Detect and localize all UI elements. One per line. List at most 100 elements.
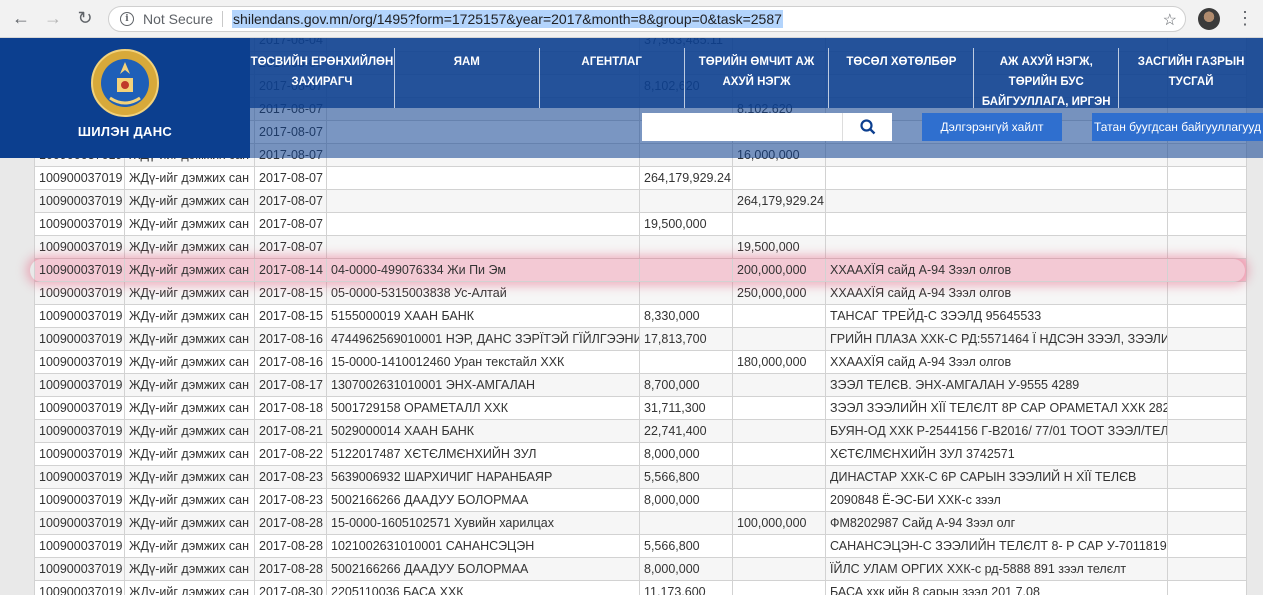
credit-cell xyxy=(732,373,826,397)
description-cell: ХХААХЇЯ сайд А-94 Зээл олгов xyxy=(825,258,1168,282)
org-name-cell: ЖДү-ийг дэмжих сан xyxy=(124,511,255,535)
org-name-cell: ЖДү-ийг дэмжих сан xyxy=(124,350,255,374)
table-row: 100900037019 ЖДү-ийг дэмжих сан 2017-08-23… xyxy=(34,465,1247,489)
extra-cell xyxy=(1167,442,1247,466)
table-row: 100900037019ЖДү-ийг дэмжих сан2017-08-07… xyxy=(34,235,1247,259)
account-cell: 100900037019 xyxy=(34,396,125,420)
debit-cell: 8,000,000 xyxy=(639,488,733,512)
debit-cell: 264,179,929.24 xyxy=(639,166,733,190)
credit-cell xyxy=(732,442,826,466)
state-emblem-icon xyxy=(91,49,159,117)
advanced-search-button[interactable]: Дэлгэрэнгүй хайлт xyxy=(922,113,1062,141)
org-name-cell: ЖДү-ийг дэмжих сан xyxy=(124,557,255,581)
table-row: 100900037019 ЖДү-ийг дэмжих сан 2017-08-15… xyxy=(34,304,1247,328)
description-cell xyxy=(825,166,1168,190)
table-row: 100900037019ЖДү-ийг дэмжих сан2017-08-07… xyxy=(34,166,1247,190)
table-row: 100900037019ЖДү-ийг дэмжих сан2017-08-07… xyxy=(34,212,1247,236)
date-cell: 2017-08-07 xyxy=(254,189,327,213)
nav-budget-governors[interactable]: ТӨСВИЙН ЕРӨНХИЙЛӨН ЗАХИРАГЧ xyxy=(250,48,395,108)
table-row: 100900037019ЖДү-ийг дэмжих сан2017-08-07… xyxy=(34,189,1247,213)
extra-cell xyxy=(1167,534,1247,558)
debit-cell xyxy=(639,235,733,259)
debit-cell xyxy=(639,281,733,305)
extra-cell xyxy=(1167,557,1247,581)
credit-cell: 19,500,000 xyxy=(732,235,826,259)
description-cell: ТАНСАГ ТРЕЙД-С ЗЭЭЛД 95645533 xyxy=(825,304,1168,328)
nav-agencies[interactable]: АГЕНТЛАГ xyxy=(540,48,685,108)
dissolved-orgs-button[interactable]: Татан буугдсан байгууллагууд xyxy=(1092,113,1263,141)
nav-businesses-ngos-citizens[interactable]: АЖ АХУЙ НЭГЖ, ТӨРИЙН БУС БАЙГУУЛЛАГА, ИР… xyxy=(974,48,1120,108)
org-name-cell: ЖДү-ийг дэмжих сан xyxy=(124,396,255,420)
bookmark-star-icon[interactable]: ☆ xyxy=(1163,10,1177,30)
extra-cell xyxy=(1167,373,1247,397)
org-name-cell: ЖДү-ийг дэмжих сан xyxy=(124,281,255,305)
org-name-cell: ЖДү-ийг дэмжих сан xyxy=(124,258,255,282)
extra-cell xyxy=(1167,304,1247,328)
main-nav: ТӨСВИЙН ЕРӨНХИЙЛӨН ЗАХИРАГЧ ЯАМ АГЕНТЛАГ… xyxy=(250,38,1263,108)
extra-cell xyxy=(1167,281,1247,305)
search-button[interactable] xyxy=(842,113,892,141)
table-row: 100900037019 ЖДү-ийг дэмжих сан 2017-08-28… xyxy=(34,534,1247,558)
search-icon xyxy=(859,119,875,135)
nav-state-owned-enterprises[interactable]: ТӨРИЙН ӨМЧИТ АЖ АХУЙ НЭГЖ xyxy=(685,48,830,108)
reload-icon[interactable]: ↻ xyxy=(74,8,96,30)
debit-cell: 8,000,000 xyxy=(639,442,733,466)
profile-avatar[interactable] xyxy=(1198,8,1220,30)
date-cell: 2017-08-16 xyxy=(254,350,327,374)
nav-projects-programs[interactable]: ТӨСӨЛ ХӨТӨЛБӨР xyxy=(829,48,975,108)
debit-cell: 8,330,000 xyxy=(639,304,733,328)
extra-cell xyxy=(1167,235,1247,259)
counterparty-cell: 1021002631010001 САНАНСЭЦЭН xyxy=(326,534,640,558)
account-cell: 100900037019 xyxy=(34,166,125,190)
forward-arrow-icon[interactable]: → xyxy=(42,8,64,30)
credit-cell xyxy=(732,304,826,328)
account-cell: 100900037019 xyxy=(34,281,125,305)
debit-cell: 17,813,700 xyxy=(639,327,733,351)
table-row: 100900037019 ЖДү-ийг дэмжих сан 2017-08-18… xyxy=(34,396,1247,420)
description-cell: ЇЙЛС УЛАМ ОРГИХ ХХК-с рд-5888 891 зээл т… xyxy=(825,557,1168,581)
credit-cell: 250,000,000 xyxy=(732,281,826,305)
credit-cell xyxy=(732,465,826,489)
credit-cell: 200,000,000 xyxy=(732,258,826,282)
credit-cell: 100,000,000 xyxy=(732,511,826,535)
description-cell: ХХААХЇЯ сайд А-94 Зээл олгов xyxy=(825,350,1168,374)
extra-cell xyxy=(1167,419,1247,443)
counterparty-cell: 1307002631010001 ЭНХ-АМГАЛАН xyxy=(326,373,640,397)
table-row: 100900037019 ЖДү-ийг дэмжих сан 2017-08-28… xyxy=(34,557,1247,581)
org-name-cell: ЖДү-ийг дэмжих сан xyxy=(124,235,255,259)
credit-cell xyxy=(732,166,826,190)
credit-cell: 264,179,929.24 xyxy=(732,189,826,213)
account-cell: 100900037019 xyxy=(34,580,125,595)
credit-cell xyxy=(732,488,826,512)
address-bar[interactable]: i Not Secure shilendans.gov.mn/org/1495?… xyxy=(108,6,1186,32)
credit-cell xyxy=(732,327,826,351)
debit-cell: 11,173,600 xyxy=(639,580,733,595)
account-cell: 100900037019 xyxy=(34,189,125,213)
description-cell: ДИНАСТАР ХХК-С 6Р САРЫН ЗЭЭЛИЙ Н ХЇЇ ТЕЛ… xyxy=(825,465,1168,489)
date-cell: 2017-08-14 xyxy=(254,258,327,282)
account-cell: 100900037019 xyxy=(34,465,125,489)
description-cell: ХЄТЄЛМЄНХИЙН ЗУЛ 3742571 xyxy=(825,442,1168,466)
debit-cell xyxy=(639,350,733,374)
info-icon[interactable]: i xyxy=(120,12,134,26)
org-name-cell: ЖДү-ийг дэмжих сан xyxy=(124,166,255,190)
counterparty-cell: 5001729158 ОРАМЕТАЛЛ ХХК xyxy=(326,396,640,420)
counterparty-cell: 5002166266 ДААДУУ БОЛОРМАА xyxy=(326,557,640,581)
debit-cell: 31,711,300 xyxy=(639,396,733,420)
table-row: 100900037019 ЖДү-ийг дэмжих сан 2017-08-16… xyxy=(34,327,1247,351)
url-text[interactable]: shilendans.gov.mn/org/1495?form=1725157&… xyxy=(232,10,783,28)
extra-cell xyxy=(1167,212,1247,236)
site-logo[interactable]: ШИЛЭН ДАНС xyxy=(0,38,250,158)
nav-government-special[interactable]: ЗАСГИЙН ГАЗРЫН ТУСГАЙ xyxy=(1119,48,1263,108)
more-menu-icon[interactable]: ⋮ xyxy=(1236,8,1254,28)
nav-ministries[interactable]: ЯАМ xyxy=(395,48,540,108)
account-cell: 100900037019 xyxy=(34,534,125,558)
debit-cell: 5,566,800 xyxy=(639,465,733,489)
description-cell: БАСА ххк ийн 8 сарын зээл 201 7.08 xyxy=(825,580,1168,595)
counterparty-cell: 15-0000-1605102571 Хувийн харилцах xyxy=(326,511,640,535)
back-arrow-icon[interactable]: ← xyxy=(10,8,32,30)
search-input[interactable] xyxy=(642,113,842,141)
credit-cell: 180,000,000 xyxy=(732,350,826,374)
date-cell: 2017-08-15 xyxy=(254,281,327,305)
org-name-cell: ЖДү-ийг дэмжих сан xyxy=(124,212,255,236)
